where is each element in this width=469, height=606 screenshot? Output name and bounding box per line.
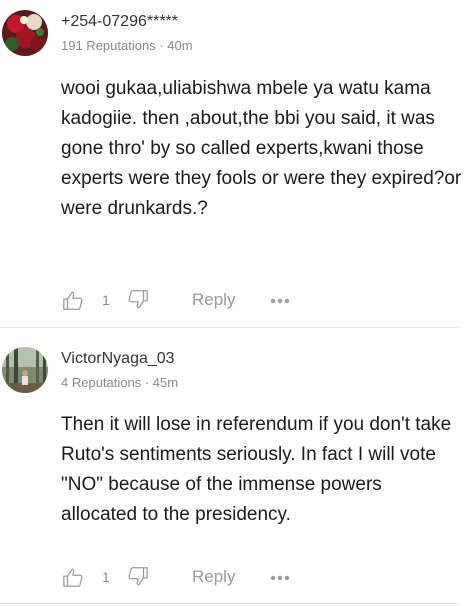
thumbs-down-outline-icon[interactable] bbox=[127, 288, 149, 310]
like-count: 1 bbox=[102, 569, 110, 585]
three-dots-icon[interactable] bbox=[270, 298, 290, 304]
thumbs-up-outline-icon[interactable] bbox=[62, 290, 84, 312]
thumbs-up-outline-icon[interactable] bbox=[62, 567, 84, 589]
comment-text: wooi gukaa,uliabishwa mbele ya watu kama… bbox=[61, 78, 462, 219]
comment-meta: 191 Reputations · 40m bbox=[61, 38, 193, 53]
author-name[interactable]: VictorNyaga_03 bbox=[61, 350, 175, 368]
avatar[interactable] bbox=[2, 10, 48, 56]
comment-actions: 1 Reply bbox=[0, 288, 469, 316]
comment-text: Then it will lose in referendum if you d… bbox=[61, 414, 452, 525]
comment-2: VictorNyaga_03 4 Reputations · 45m Then … bbox=[0, 327, 469, 606]
reply-button[interactable]: Reply bbox=[192, 290, 235, 310]
author-name[interactable]: +254-07296***** bbox=[61, 13, 178, 31]
three-dots-icon[interactable] bbox=[270, 575, 290, 581]
comment-meta: 4 Reputations · 45m bbox=[61, 375, 179, 390]
reply-button[interactable]: Reply bbox=[192, 567, 235, 587]
comment-1: +254-07296***** 191 Reputations · 40m wo… bbox=[0, 0, 469, 327]
avatar[interactable] bbox=[2, 347, 48, 393]
comment-divider bbox=[0, 603, 460, 604]
like-count: 1 bbox=[102, 292, 110, 308]
comment-actions: 1 Reply bbox=[0, 565, 469, 593]
thumbs-down-outline-icon[interactable] bbox=[127, 565, 149, 587]
